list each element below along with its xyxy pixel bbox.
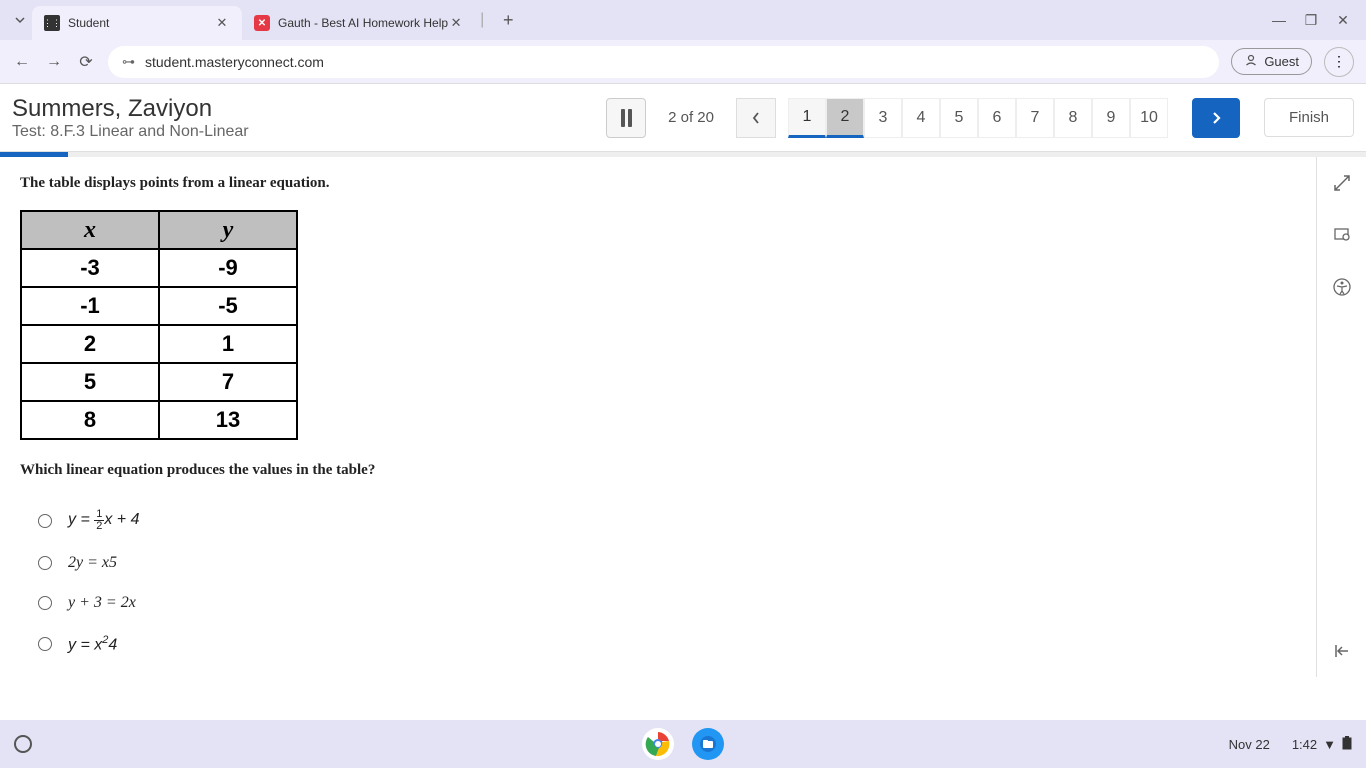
test-name: Test: 8.F.3 Linear and Non-Linear bbox=[12, 123, 249, 141]
chrome-app-icon[interactable] bbox=[642, 728, 674, 760]
table-row: -3-9 bbox=[21, 249, 297, 287]
question-paginator: 12345678910 bbox=[788, 98, 1168, 138]
page-number-8[interactable]: 8 bbox=[1054, 98, 1092, 138]
progress-text: 2 of 20 bbox=[668, 109, 714, 126]
reload-button[interactable]: ⟳ bbox=[76, 52, 96, 72]
table-row: 21 bbox=[21, 325, 297, 363]
profile-guest-button[interactable]: Guest bbox=[1231, 48, 1312, 75]
table-cell: -1 bbox=[21, 287, 159, 325]
restore-button[interactable]: ❐ bbox=[1304, 13, 1318, 27]
page-number-9[interactable]: 9 bbox=[1092, 98, 1130, 138]
question-prompt-2: Which linear equation produces the value… bbox=[20, 462, 1296, 479]
address-bar[interactable]: ⊶ student.masteryconnect.com bbox=[108, 46, 1219, 78]
test-header: Summers, Zaviyon Test: 8.F.3 Linear and … bbox=[0, 84, 1366, 152]
minimize-button[interactable]: — bbox=[1272, 13, 1286, 27]
os-taskbar: Nov 22 1:42 ▼ bbox=[0, 720, 1366, 768]
radio-icon bbox=[38, 596, 52, 610]
finish-button[interactable]: Finish bbox=[1264, 98, 1354, 137]
table-cell: 1 bbox=[159, 325, 297, 363]
guest-label: Guest bbox=[1264, 54, 1299, 69]
table-cell: 8 bbox=[21, 401, 159, 439]
data-table: xy -3-9-1-52157813 bbox=[20, 210, 298, 440]
back-button[interactable]: ← bbox=[12, 52, 32, 72]
radio-icon bbox=[38, 556, 52, 570]
close-tab-icon[interactable]: ✕ bbox=[214, 15, 230, 31]
page-number-7[interactable]: 7 bbox=[1016, 98, 1054, 138]
radio-icon bbox=[38, 514, 52, 528]
option-label: y = 12x + 4 bbox=[68, 509, 140, 532]
close-window-button[interactable]: ✕ bbox=[1336, 13, 1350, 27]
taskbar-date[interactable]: Nov 22 bbox=[1229, 737, 1270, 752]
page-number-1[interactable]: 1 bbox=[788, 98, 826, 138]
tab-separator: | bbox=[480, 11, 484, 29]
radio-icon bbox=[38, 637, 52, 651]
table-cell: -5 bbox=[159, 287, 297, 325]
side-toolbar bbox=[1316, 157, 1366, 677]
page-number-2[interactable]: 2 bbox=[826, 98, 864, 138]
tab-student[interactable]: ⋮⋮ Student ✕ bbox=[32, 6, 242, 40]
table-cell: 7 bbox=[159, 363, 297, 401]
tab-title: Student bbox=[68, 16, 109, 30]
gauth-favicon: ✕ bbox=[254, 15, 270, 31]
question-prompt-1: The table displays points from a linear … bbox=[20, 175, 1296, 192]
new-tab-button[interactable]: + bbox=[494, 6, 522, 34]
table-cell: 5 bbox=[21, 363, 159, 401]
table-header: x bbox=[21, 211, 159, 249]
table-cell: 2 bbox=[21, 325, 159, 363]
page-number-10[interactable]: 10 bbox=[1130, 98, 1168, 138]
pause-button[interactable] bbox=[606, 98, 646, 138]
page-number-3[interactable]: 3 bbox=[864, 98, 902, 138]
table-row: 57 bbox=[21, 363, 297, 401]
option-label: y + 3 = 2x bbox=[68, 594, 136, 612]
page-number-5[interactable]: 5 bbox=[940, 98, 978, 138]
collapse-sidebar-button[interactable] bbox=[1330, 639, 1354, 663]
table-row: -1-5 bbox=[21, 287, 297, 325]
table-cell: 13 bbox=[159, 401, 297, 439]
prev-question-button[interactable] bbox=[736, 98, 776, 138]
tab-title: Gauth - Best AI Homework Help bbox=[278, 16, 448, 30]
student-name: Summers, Zaviyon bbox=[12, 95, 249, 123]
page-number-6[interactable]: 6 bbox=[978, 98, 1016, 138]
option-label: y = x24 bbox=[68, 634, 117, 654]
tab-gauth[interactable]: ✕ Gauth - Best AI Homework Help ✕ bbox=[242, 6, 476, 40]
person-icon bbox=[1244, 53, 1258, 70]
pause-icon bbox=[621, 109, 632, 127]
forward-button[interactable]: → bbox=[44, 52, 64, 72]
browser-menu-button[interactable]: ⋮ bbox=[1324, 47, 1354, 77]
site-info-icon[interactable]: ⊶ bbox=[122, 54, 135, 70]
table-header: y bbox=[159, 211, 297, 249]
question-panel: The table displays points from a linear … bbox=[0, 157, 1316, 677]
answer-option-d[interactable]: y = x24 bbox=[38, 634, 1296, 654]
browser-tab-strip: ⋮⋮ Student ✕ ✕ Gauth - Best AI Homework … bbox=[0, 0, 1366, 40]
browser-toolbar: ← → ⟳ ⊶ student.masteryconnect.com Guest… bbox=[0, 40, 1366, 84]
launcher-button[interactable] bbox=[14, 735, 32, 753]
taskbar-status[interactable]: 1:42 ▼ bbox=[1292, 736, 1352, 753]
tabs-dropdown[interactable] bbox=[8, 8, 32, 32]
next-question-button[interactable] bbox=[1192, 98, 1240, 138]
accessibility-button[interactable] bbox=[1330, 275, 1354, 299]
option-label: 2y = x5 bbox=[68, 554, 117, 572]
table-cell: -3 bbox=[21, 249, 159, 287]
close-tab-icon[interactable]: ✕ bbox=[448, 15, 464, 31]
answer-option-c[interactable]: y + 3 = 2x bbox=[38, 594, 1296, 612]
masteryconnect-favicon: ⋮⋮ bbox=[44, 15, 60, 31]
files-app-icon[interactable] bbox=[692, 728, 724, 760]
battery-icon bbox=[1342, 736, 1352, 753]
zoom-button[interactable] bbox=[1330, 223, 1354, 247]
table-row: 813 bbox=[21, 401, 297, 439]
fullscreen-button[interactable] bbox=[1330, 171, 1354, 195]
page-number-4[interactable]: 4 bbox=[902, 98, 940, 138]
table-cell: -9 bbox=[159, 249, 297, 287]
url-text: student.masteryconnect.com bbox=[145, 54, 324, 70]
wifi-icon: ▼ bbox=[1323, 737, 1336, 752]
answer-option-a[interactable]: y = 12x + 4 bbox=[38, 509, 1296, 532]
answer-option-b[interactable]: 2y = x5 bbox=[38, 554, 1296, 572]
